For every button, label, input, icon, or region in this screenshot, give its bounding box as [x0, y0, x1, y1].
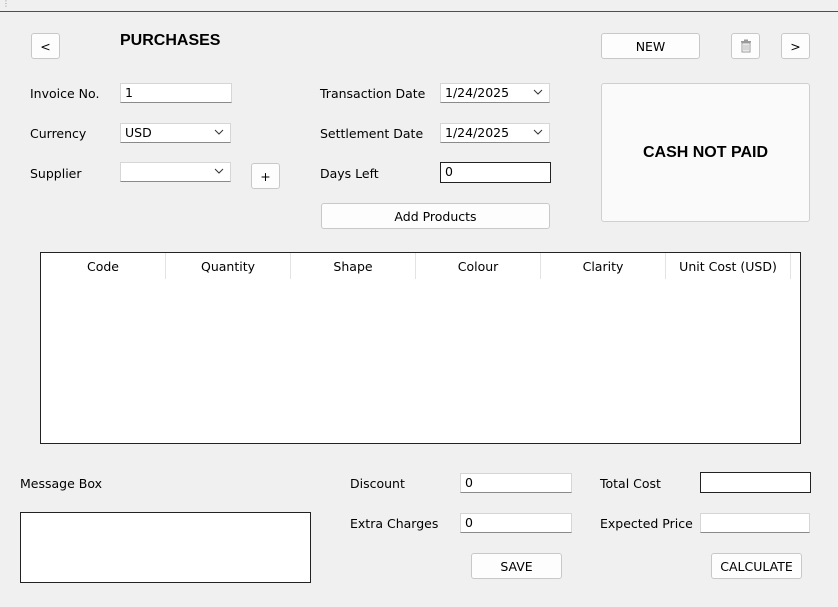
- products-table[interactable]: Code Quantity Shape Colour Clarity Unit …: [40, 252, 801, 444]
- invoice-label: Invoice No.: [30, 86, 100, 101]
- invoice-field[interactable]: 1: [120, 83, 232, 103]
- currency-value: USD: [125, 125, 152, 140]
- column-header[interactable]: Unit Cost (USD): [666, 253, 791, 279]
- payment-status-text: CASH NOT PAID: [642, 143, 769, 161]
- next-button[interactable]: >: [781, 33, 810, 59]
- save-button[interactable]: SAVE: [471, 553, 562, 579]
- transaction-date-value: 1/24/2025: [445, 85, 510, 100]
- new-button[interactable]: NEW: [601, 33, 700, 59]
- transaction-date-picker[interactable]: 1/24/2025: [440, 83, 550, 103]
- extra-charges-field[interactable]: 0: [460, 513, 572, 533]
- transaction-date-label: Transaction Date: [320, 86, 426, 101]
- currency-select[interactable]: USD: [120, 123, 231, 143]
- settlement-date-label: Settlement Date: [320, 126, 424, 141]
- expected-price-field[interactable]: [700, 513, 810, 533]
- chevron-down-icon: [533, 129, 543, 135]
- total-cost-field[interactable]: [700, 472, 811, 493]
- page-title: PURCHASES: [120, 32, 221, 49]
- days-left-field[interactable]: 0: [440, 162, 551, 183]
- chevron-down-icon: [214, 129, 224, 135]
- column-header[interactable]: Colour: [416, 253, 541, 279]
- add-products-button[interactable]: Add Products: [321, 203, 550, 229]
- resize-grip-icon: ⋮: [2, 0, 10, 8]
- column-header[interactable]: Code: [41, 253, 166, 279]
- settlement-date-value: 1/24/2025: [445, 125, 510, 140]
- message-box-label: Message Box: [20, 476, 102, 491]
- settlement-date-picker[interactable]: 1/24/2025: [440, 123, 550, 143]
- calculate-button[interactable]: CALCULATE: [711, 553, 802, 579]
- previous-button[interactable]: <: [31, 33, 60, 59]
- supplier-select[interactable]: [120, 162, 231, 182]
- discount-field[interactable]: 0: [460, 473, 572, 493]
- expected-price-label: Expected Price: [600, 516, 693, 531]
- discount-label: Discount: [350, 476, 405, 491]
- delete-button[interactable]: [731, 33, 760, 59]
- total-cost-label: Total Cost: [600, 476, 661, 491]
- chevron-down-icon: [533, 89, 543, 95]
- trash-icon: [740, 39, 751, 53]
- message-box[interactable]: [20, 512, 311, 583]
- supplier-label: Supplier: [30, 166, 82, 181]
- column-header[interactable]: Shape: [291, 253, 416, 279]
- column-header[interactable]: Clarity: [541, 253, 666, 279]
- chevron-down-icon: [214, 168, 224, 174]
- table-header: Code Quantity Shape Colour Clarity Unit …: [41, 253, 791, 279]
- days-left-label: Days Left: [320, 166, 379, 181]
- currency-label: Currency: [30, 126, 87, 141]
- window-title-bar: ⋮: [0, 0, 838, 12]
- add-supplier-button[interactable]: +: [251, 163, 280, 189]
- extra-charges-label: Extra Charges: [350, 516, 439, 531]
- column-header[interactable]: Quantity: [166, 253, 291, 279]
- payment-status-panel: CASH NOT PAID: [601, 83, 810, 222]
